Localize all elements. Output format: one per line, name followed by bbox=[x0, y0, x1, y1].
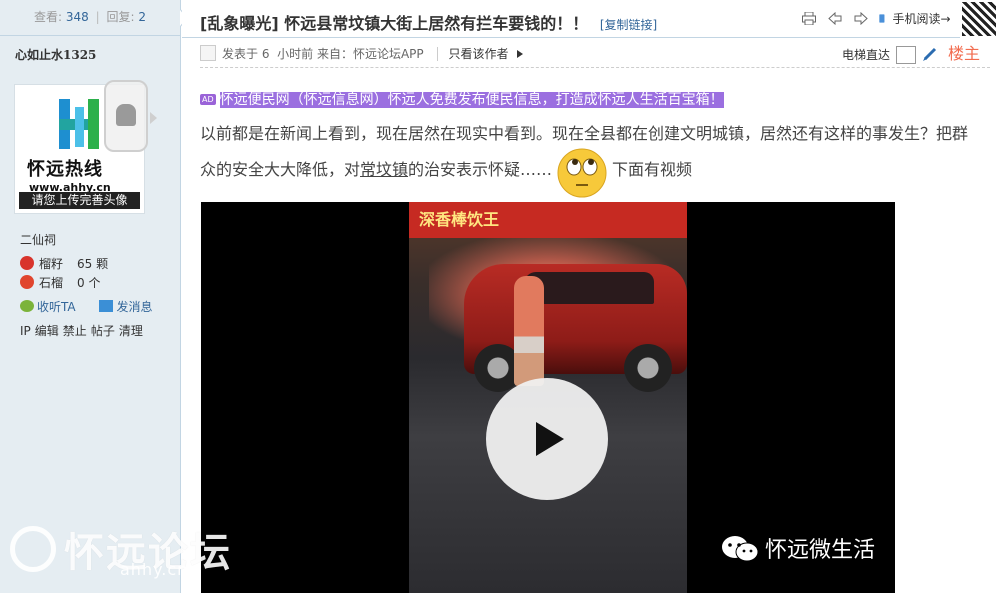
send-message-link[interactable]: 发消息 bbox=[116, 300, 152, 314]
person bbox=[514, 276, 544, 386]
floor-label: 楼主 bbox=[947, 44, 980, 63]
wechat-icon bbox=[721, 536, 759, 562]
eye-roll-emoji-icon bbox=[557, 148, 607, 198]
views-label: 查看: bbox=[34, 10, 63, 24]
pomegranate-icon bbox=[20, 275, 34, 289]
post-content: 以前都是在新闻上看到，现在居然在现实中看到。现在全县都在创建文明城镇，居然还有这… bbox=[200, 120, 980, 199]
watermark-logo-icon bbox=[10, 526, 56, 572]
floor-area: 电梯直达 楼主 bbox=[842, 44, 980, 65]
credit-name: 榴籽 bbox=[39, 257, 64, 271]
play-icon bbox=[536, 422, 564, 456]
credit-row: 石榴 0 个 bbox=[20, 274, 100, 291]
author-only-link[interactable]: 只看该作者 bbox=[437, 47, 509, 61]
author-username[interactable]: 心如止水1325 bbox=[15, 46, 96, 63]
mail-icon bbox=[99, 300, 114, 312]
admin-posts-link[interactable]: 帖子 bbox=[91, 324, 115, 338]
posted-number: 6 bbox=[261, 47, 270, 61]
follow-icon bbox=[20, 300, 34, 312]
follow-link[interactable]: 收听TA bbox=[37, 300, 76, 314]
post-body-text: 下面有视频 bbox=[612, 160, 693, 179]
next-thread-icon[interactable] bbox=[854, 12, 868, 25]
ad-text[interactable]: 怀远便民网（怀远信息网）怀远人免费发布便民信息，打造成怀远人生活百宝箱！ bbox=[219, 92, 724, 108]
user-group: 二仙祠 bbox=[20, 233, 57, 247]
admin-ban-link[interactable]: 禁止 bbox=[63, 324, 87, 338]
online-status-icon bbox=[200, 45, 216, 61]
user-actions: 收听TA 发消息 bbox=[20, 298, 152, 315]
shop-sign: 深香棒饮王 bbox=[409, 202, 687, 238]
elevator-label: 电梯直达 bbox=[841, 48, 890, 62]
qr-code-icon[interactable] bbox=[960, 0, 998, 38]
credit-name: 石榴 bbox=[39, 276, 64, 290]
post-main: [乱象曝光] 怀远县常坟镇大街上居然有拦车要钱的！！ [复制链接] 手机阅读→ … bbox=[182, 0, 998, 593]
title-tools: 手机阅读→ bbox=[802, 10, 951, 27]
admin-links: IP 编辑 禁止 帖子 清理 bbox=[20, 322, 147, 339]
ad-banner[interactable]: AD 怀远便民网（怀远信息网）怀远人免费发布便民信息，打造成怀远人生活百宝箱！ bbox=[200, 89, 724, 109]
replies-label: 回复: bbox=[106, 10, 135, 24]
ad-tag: AD bbox=[200, 94, 216, 105]
post-body-text: 的治安表示怀疑…… bbox=[408, 160, 553, 179]
video-watermark: 怀远微生活 bbox=[721, 532, 875, 564]
views-count: 348 bbox=[65, 10, 89, 24]
admin-ip-link[interactable]: IP bbox=[20, 324, 31, 338]
video-player[interactable]: 深香棒饮王 怀远微生活 bbox=[201, 202, 895, 593]
video-watermark-text: 怀远微生活 bbox=[764, 538, 875, 563]
posted-prefix: 发表于 bbox=[222, 47, 259, 61]
prev-thread-icon[interactable] bbox=[828, 12, 842, 25]
admin-edit-link[interactable]: 编辑 bbox=[35, 324, 59, 338]
android-icon bbox=[116, 104, 136, 126]
thread-title-bar: [乱象曝光] 怀远县常坟镇大街上居然有拦车要钱的！！ [复制链接] 手机阅读→ bbox=[182, 0, 998, 38]
credit-row: 榴籽 65 颗 bbox=[20, 255, 108, 272]
print-icon[interactable] bbox=[802, 12, 816, 25]
thread-stats: 查看: 348 | 回复: 2 bbox=[0, 0, 180, 36]
stats-divider: | bbox=[95, 10, 100, 24]
credit-value: 65 颗 bbox=[77, 257, 109, 271]
android-app-badge[interactable] bbox=[104, 80, 157, 152]
mobile-icon bbox=[879, 14, 885, 23]
thread-title-text: 怀远县常坟镇大街上居然有拦车要钱的！！ bbox=[284, 14, 589, 33]
pomegranate-seed-icon bbox=[20, 256, 34, 270]
red-car bbox=[464, 264, 687, 392]
thread-title: [乱象曝光] 怀远县常坟镇大街上居然有拦车要钱的！！ [复制链接] bbox=[200, 10, 657, 34]
mobile-read-link[interactable]: 手机阅读→ bbox=[892, 12, 950, 26]
avatar-brand-text: 怀远热线 bbox=[27, 159, 103, 180]
car-wheel bbox=[624, 344, 672, 392]
copy-link-button[interactable]: [复制链接] bbox=[600, 18, 657, 32]
town-link[interactable]: 常坟镇 bbox=[360, 160, 408, 179]
play-arrow-icon[interactable] bbox=[516, 50, 523, 58]
edit-pen-icon[interactable] bbox=[922, 46, 938, 62]
badge-pointer bbox=[150, 112, 157, 124]
play-button[interactable] bbox=[486, 378, 608, 500]
admin-clean-link[interactable]: 清理 bbox=[119, 324, 143, 338]
watermark-url: ahhy.cn bbox=[120, 560, 189, 579]
avatar-upload-tip: 请您上传完善头像 bbox=[19, 192, 140, 209]
post-source: 来自：怀远论坛APP bbox=[316, 47, 424, 61]
replies-count: 2 bbox=[138, 10, 146, 24]
credit-value: 0 个 bbox=[77, 276, 101, 290]
elevator-input[interactable] bbox=[895, 46, 916, 64]
thread-category[interactable]: [乱象曝光] bbox=[200, 14, 279, 33]
posted-unit: 小时前 bbox=[277, 47, 314, 61]
post-sidebar: 查看: 348 | 回复: 2 心如止水1325 怀远热线 www.ahhy.c… bbox=[0, 0, 188, 593]
